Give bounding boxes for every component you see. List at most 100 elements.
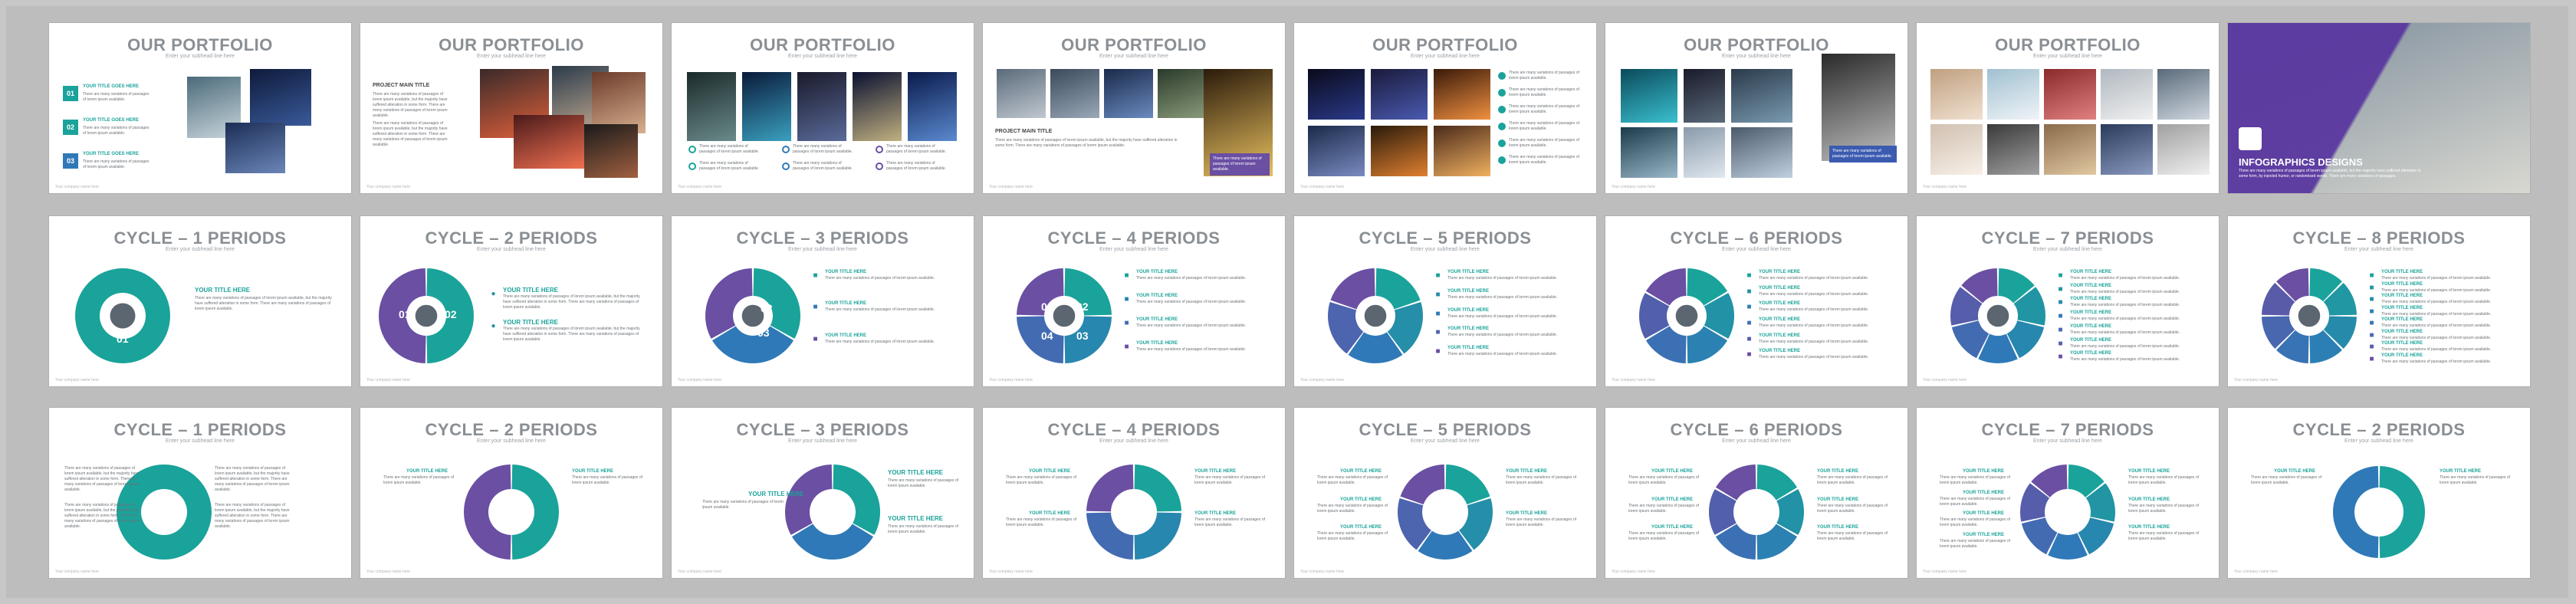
slide-title: OUR PORTFOLIO [127, 35, 273, 54]
item-text: There are many variations of passages of… [2440, 475, 2510, 485]
cycle-donut [785, 464, 880, 560]
slide-thumbnail[interactable]: CYCLE – 7 PERIODS Enter your subhead line… [1917, 216, 2219, 386]
slide-subtitle: Enter your subhead line here [1411, 54, 1480, 59]
chart-icon: ■ [2369, 307, 2374, 316]
item-title: YOUR TITLE HERE [888, 515, 944, 522]
slide-thumbnail[interactable]: CYCLE – 4 PERIODS Enter your subhead line… [983, 216, 1285, 386]
portfolio-photo [1684, 69, 1725, 123]
item-text: There are many variations of passages of… [373, 121, 448, 147]
slide-thumbnail[interactable]: CYCLE – 2 PERIODS Enter your subhead line… [360, 408, 662, 578]
cycle-segment [511, 464, 559, 560]
item-text: There are many variations of passages of… [1136, 347, 1247, 352]
slide-footer: Your company name here [1300, 185, 1345, 189]
slide-thumbnail[interactable]: OUR PORTFOLIO Enter your subhead line her… [49, 23, 351, 193]
chart-icon: ■ [2058, 271, 2063, 280]
portfolio-photo [2101, 124, 2153, 175]
slide-thumbnail[interactable]: OUR PORTFOLIO Enter your subhead line her… [1917, 23, 2219, 193]
portfolio-photo [1308, 69, 1365, 120]
period-number: 03 [1076, 330, 1089, 342]
slide-thumbnail[interactable]: CYCLE – 2 PERIODS Enter your subhead line… [2228, 408, 2530, 578]
slide-thumbnail[interactable]: CYCLE – 1 PERIODS Enter your subhead line… [49, 408, 351, 578]
cycle-donut [117, 464, 212, 560]
slide-thumbnail[interactable]: OUR PORTFOLIO Enter your subhead line her… [360, 23, 662, 193]
slide-thumbnail[interactable]: OUR PORTFOLIO Enter your subhead line her… [983, 23, 1285, 193]
slide-thumbnail[interactable]: OUR PORTFOLIO Enter your subhead line her… [1605, 23, 1907, 193]
slide-thumbnail[interactable]: CYCLE – 3 PERIODS Enter your subhead line… [672, 408, 974, 578]
item-title: YOUR TITLE HERE [825, 301, 867, 307]
slide-thumbnail[interactable]: CYCLE – 1 PERIODS Enter your subhead line… [49, 216, 351, 386]
slide-thumbnail[interactable]: OUR PORTFOLIO Enter your subhead line her… [672, 23, 974, 193]
item-title: YOUR TITLE HERE [1029, 511, 1071, 516]
item-text: There are many variations of passages of… [1194, 517, 1265, 527]
chart-icon: ■ [1124, 295, 1129, 304]
portfolio-photo [584, 124, 638, 178]
item-title: YOUR TITLE HERE [1447, 327, 1490, 332]
item-text: There are many variations of passages of… [825, 307, 935, 313]
slide-thumbnail[interactable]: CYCLE – 4 PERIODS Enter your subhead line… [983, 408, 1285, 578]
slide-footer: Your company name here [55, 185, 100, 189]
period-number: 04 [1041, 330, 1053, 342]
slide-thumbnail[interactable]: CYCLE – 5 PERIODS Enter your subhead line… [1294, 216, 1596, 386]
slide-thumbnail[interactable]: OUR PORTFOLIO Enter your subhead line her… [1294, 23, 1596, 193]
step-number-badge: 01 [63, 86, 78, 101]
item-text: There are many variations of passages of… [1509, 155, 1579, 165]
slide-subtitle: Enter your subhead line here [1099, 54, 1168, 59]
item-text: There are many variations of passages of… [1817, 475, 1888, 485]
item-text: There are many variations of passages of… [1509, 104, 1579, 114]
chart-icon: ■ [2058, 284, 2063, 294]
item-text: There are many variations of passages of… [1447, 276, 1558, 281]
chart-icon: ■ [2369, 283, 2374, 292]
check-icon [1498, 72, 1506, 80]
check-icon [688, 146, 696, 153]
chart-icon: ■ [2058, 339, 2063, 348]
item-text: There are many variations of passages of… [825, 339, 935, 344]
item-title: YOUR TITLE GOES HERE [83, 152, 140, 156]
slide-thumbnail[interactable]: CYCLE – 2 PERIODS Enter your subhead line… [360, 216, 662, 386]
item-text: There are many variations of passages of… [2381, 347, 2492, 352]
cycle-segment [464, 464, 511, 560]
chart-icon: ■ [813, 303, 818, 312]
item-text: There are many variations of passages of… [1759, 276, 1869, 281]
item-text: There are many variations of passages of… [1506, 517, 1576, 527]
portfolio-photo [742, 72, 791, 141]
item-title: YOUR TITLE HERE [1136, 294, 1178, 298]
item-text: There are many variations of passages of… [886, 144, 947, 154]
cycle-segment [2333, 466, 2379, 558]
item-title: YOUR TITLE HERE [1817, 469, 1859, 474]
person-icon [1364, 304, 1387, 327]
chart-icon: ■ [2369, 330, 2374, 340]
portfolio-photo [1434, 69, 1490, 120]
cycle-segment [711, 326, 794, 363]
portfolio-photo [1987, 69, 2039, 120]
slide-thumbnail[interactable]: CYCLE – 6 PERIODS Enter your subhead line… [1605, 408, 1907, 578]
person-icon [1053, 304, 1076, 327]
slide-title: OUR PORTFOLIO [1684, 35, 1829, 54]
check-icon [688, 162, 696, 170]
item-text: There are many variations of passages of… [572, 475, 642, 485]
slide-thumbnail[interactable]: CYCLE – 5 PERIODS Enter your subhead line… [1294, 408, 1596, 578]
item-title: YOUR TITLE HERE [1963, 511, 2005, 516]
portfolio-photo [2157, 124, 2210, 175]
slide-thumbnail[interactable]: CYCLE – 3 PERIODS Enter your subhead line… [672, 216, 974, 386]
item-text: There are many variations of passages of… [825, 276, 935, 281]
slide-sorter: OUR PORTFOLIO Enter your subhead line her… [6, 6, 2568, 598]
chart-icon: ■ [1435, 309, 1441, 318]
item-title: PROJECT MAIN TITLE [373, 83, 430, 88]
item-title: YOUR TITLE HERE [1340, 469, 1382, 474]
cycle-segment [705, 268, 753, 339]
item-title: YOUR TITLE HERE [2381, 317, 2423, 322]
slide-footer: Your company name here [1612, 185, 1656, 189]
item-text: There are many variations of passages of… [699, 144, 760, 154]
item-text: There are many variations of passages of… [2381, 287, 2492, 293]
item-text: There are many variations of passages of… [2381, 335, 2492, 340]
item-title: YOUR TITLE HERE [1651, 469, 1694, 474]
slide-thumbnail[interactable]: CYCLE – 8 PERIODS Enter your subhead line… [2228, 216, 2530, 386]
item-title: YOUR TITLE HERE [2070, 270, 2112, 274]
slide-thumbnail[interactable]: CYCLE – 7 PERIODS Enter your subhead line… [1917, 408, 2219, 578]
check-icon [1498, 89, 1506, 97]
slide-thumbnail[interactable]: CYCLE – 6 PERIODS Enter your subhead line… [1605, 216, 1907, 386]
item-title: YOUR TITLE HERE [1817, 497, 1859, 502]
cycle-segment [1134, 464, 1181, 512]
item-text: There are many variations of passages of… [1817, 503, 1888, 514]
slide-thumbnail[interactable]: INFOGRAPHICS DESIGNS There are many varia… [2228, 23, 2530, 193]
